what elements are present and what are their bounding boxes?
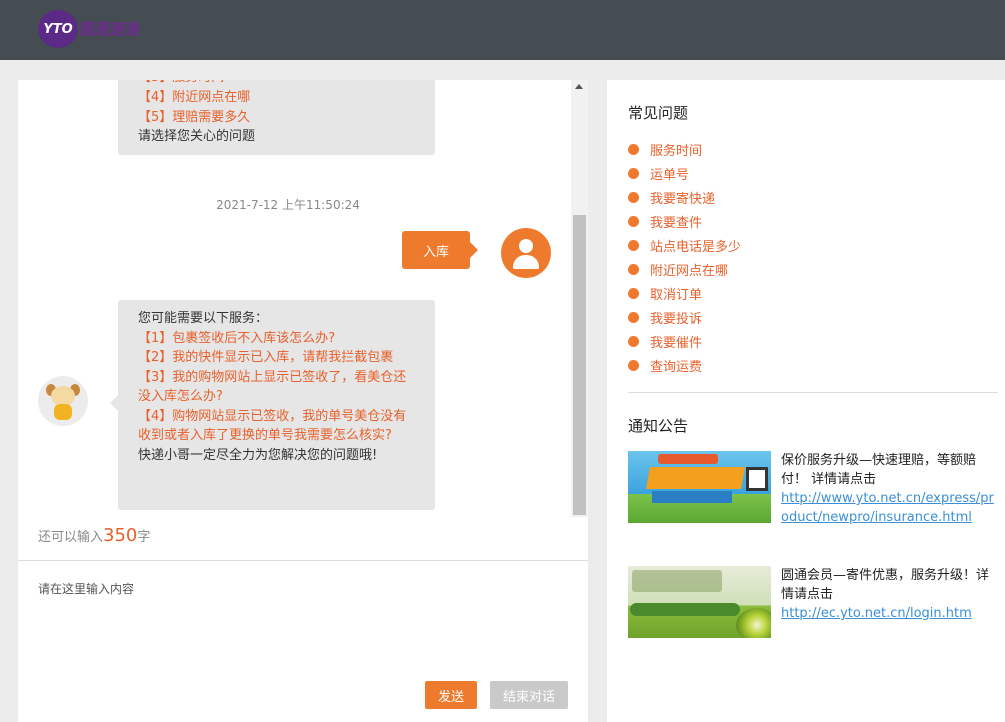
notice-description: 圆通会员—寄件优惠，服务升级！详情请点击: [781, 568, 990, 602]
bot-prompt-text: 请选择您关心的问题: [138, 129, 256, 144]
member-banner-image[interactable]: [628, 566, 771, 638]
banner-title-shape: [658, 454, 718, 464]
faq-item-label: 站点电话是多少: [650, 239, 742, 255]
banner-subtitle-shape: [652, 491, 732, 503]
bot-closing-text: 快递小哥一定尽全力为您解决您的问题哦!: [138, 447, 378, 463]
faq-item[interactable]: 我要寄快递: [628, 185, 741, 209]
bot-option[interactable]: 【4】附近网点在哪: [138, 88, 415, 108]
faq-title: 常见问题: [628, 104, 689, 122]
bullet-icon: [628, 263, 639, 275]
remaining-suffix: 字: [137, 530, 151, 545]
notice-link[interactable]: http://www.yto.net.cn/express/product/ne…: [781, 489, 996, 527]
scroll-thumb[interactable]: [573, 215, 586, 515]
notice-link[interactable]: http://ec.yto.net.cn/login.htm: [781, 604, 996, 623]
insurance-banner-image[interactable]: [628, 451, 771, 523]
bot-option[interactable]: 【3】服务时间: [138, 80, 415, 88]
faq-item-label: 我要查件: [650, 215, 703, 231]
notice-text-block: 保价服务升级—快速理赔，等额赔付！ 详情请点击 http://www.yto.n…: [781, 451, 996, 527]
mascot-face-icon: [51, 386, 75, 406]
faq-item[interactable]: 我要投诉: [628, 305, 741, 329]
chat-history: 【3】服务时间 【4】附近网点在哪 【5】理赔需要多久 请选择您关心的问题 20…: [18, 80, 588, 517]
message-input[interactable]: [38, 580, 568, 670]
bullet-icon: [628, 239, 639, 251]
remaining-chars: 还可以输入350字: [38, 525, 150, 546]
user-head-icon: [519, 239, 533, 253]
faq-item[interactable]: 服务时间: [628, 137, 741, 161]
banner-title-shape: [632, 570, 722, 592]
panel-divider: [628, 392, 998, 393]
message-timestamp: 2021-7-12 上午11:50:24: [216, 198, 360, 212]
faq-item[interactable]: 查询运费: [628, 353, 741, 377]
chat-scrollbar[interactable]: [571, 80, 588, 517]
logo-mark: YTO: [43, 21, 73, 37]
kiwi-fruit-icon: [736, 608, 771, 638]
faq-item[interactable]: 我要催件: [628, 329, 741, 353]
bot-option[interactable]: 【3】我的购物网站上显示已签收了，看美仓还没入库怎么办?: [138, 368, 415, 407]
bot-option[interactable]: 【4】购物网站显示已签收，我的单号美仓没有收到或者入库了更换的单号我需要怎么核实…: [138, 407, 415, 446]
bullet-icon: [628, 215, 639, 227]
mascot-body-icon: [54, 404, 72, 420]
faq-item-label: 我要催件: [650, 335, 703, 351]
info-panel: 常见问题 服务时间 运单号 我要寄快递 我要查件 站点电话是多少 附近网点在哪 …: [607, 80, 1005, 722]
bot-avatar: [38, 376, 88, 426]
bot-option[interactable]: 【2】我的快件显示已入库，请帮我拦截包裹: [138, 348, 415, 368]
notice-description: 保价服务升级—快速理赔，等额赔付！ 详情请点击: [781, 453, 977, 487]
scroll-up-arrow-icon[interactable]: [575, 84, 583, 89]
bullet-icon: [628, 359, 639, 371]
faq-item-label: 我要寄快递: [650, 191, 716, 207]
send-button[interactable]: 发送: [425, 681, 477, 709]
faq-item[interactable]: 附近网点在哪: [628, 257, 741, 281]
remaining-count: 350: [103, 525, 138, 546]
bullet-icon: [628, 191, 639, 203]
end-chat-button[interactable]: 结束对话: [490, 681, 568, 709]
bot-message-bubble: 您可能需要以下服务： 【1】包裹签收后不入库该怎么办? 【2】我的快件显示已入库…: [110, 300, 435, 510]
remaining-prefix: 还可以输入: [38, 530, 104, 545]
faq-item-label: 附近网点在哪: [650, 263, 729, 279]
top-bar: YTO 圆通速递: [0, 0, 1005, 60]
bot-message-bubble: 【3】服务时间 【4】附近网点在哪 【5】理赔需要多久 请选择您关心的问题: [118, 80, 435, 155]
faq-item-label: 查询运费: [650, 359, 703, 375]
banner-band-shape: [630, 603, 740, 616]
faq-item-label: 我要投诉: [650, 311, 703, 327]
user-body-icon: [513, 255, 539, 269]
user-avatar: [501, 228, 551, 278]
banner-ribbon-shape: [646, 467, 745, 489]
notice-text-block: 圆通会员—寄件优惠，服务升级！详情请点击 http://ec.yto.net.c…: [781, 566, 996, 623]
bullet-icon: [628, 143, 639, 155]
bot-option[interactable]: 【1】包裹签收后不入库该怎么办?: [138, 329, 415, 349]
bullet-icon: [628, 335, 639, 347]
qr-code-icon: [746, 467, 768, 491]
faq-list: 服务时间 运单号 我要寄快递 我要查件 站点电话是多少 附近网点在哪 取消订单 …: [628, 137, 741, 377]
bullet-icon: [628, 167, 639, 179]
yto-logo[interactable]: YTO: [38, 10, 78, 48]
notice-title: 通知公告: [628, 417, 689, 435]
logo-name: 圆通速递: [80, 20, 141, 38]
faq-item[interactable]: 站点电话是多少: [628, 233, 741, 257]
user-message-bubble: 入库: [402, 231, 478, 269]
bot-intro-text: 您可能需要以下服务：: [138, 311, 269, 326]
input-divider: [18, 560, 588, 561]
faq-item[interactable]: 运单号: [628, 161, 741, 185]
bullet-icon: [628, 311, 639, 323]
faq-item-label: 运单号: [650, 167, 690, 183]
faq-item-label: 取消订单: [650, 287, 703, 303]
chat-panel: 【3】服务时间 【4】附近网点在哪 【5】理赔需要多久 请选择您关心的问题 20…: [18, 80, 588, 722]
bot-option[interactable]: 【5】理赔需要多久: [138, 108, 415, 128]
faq-item[interactable]: 取消订单: [628, 281, 741, 305]
bullet-icon: [628, 287, 639, 299]
faq-item[interactable]: 我要查件: [628, 209, 741, 233]
faq-item-label: 服务时间: [650, 143, 703, 159]
